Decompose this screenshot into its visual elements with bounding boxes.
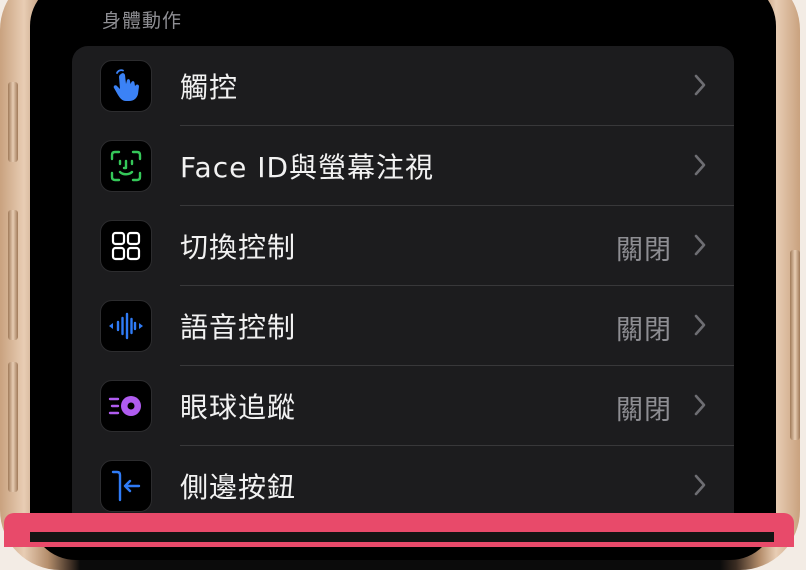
settings-group: 觸控 Face ID與螢幕注視 切換控制 關閉 語音控制 關閉 眼球追蹤 關閉 … (72, 46, 734, 546)
row-label: 切換控制 (180, 231, 297, 264)
settings-row-touch[interactable]: 觸控 (72, 46, 734, 126)
chevron-right-icon (694, 314, 706, 336)
row-label: 側邊按鈕 (180, 471, 297, 504)
highlight-inner (30, 532, 774, 542)
settings-row-face-id[interactable]: Face ID與螢幕注視 (72, 126, 734, 206)
phone-side-button (8, 210, 18, 340)
chevron-right-icon (694, 74, 706, 96)
voice-waveform-icon (100, 300, 152, 352)
side-button-icon (100, 460, 152, 512)
row-label: 觸控 (180, 71, 239, 104)
settings-row-switch-control[interactable]: 切換控制 關閉 (72, 206, 734, 286)
row-label: 語音控制 (180, 311, 297, 344)
chevron-right-icon (694, 394, 706, 416)
phone-side-button (8, 82, 18, 162)
chevron-right-icon (694, 234, 706, 256)
face-id-icon (100, 140, 152, 192)
chevron-right-icon (694, 474, 706, 496)
row-value: 關閉 (616, 395, 672, 426)
hand-pointer-icon (100, 60, 152, 112)
eye-tracking-icon (100, 380, 152, 432)
row-label: 眼球追蹤 (180, 391, 297, 424)
switch-grid-icon (100, 220, 152, 272)
section-header: 身體動作 (102, 10, 183, 32)
row-value: 關閉 (616, 315, 672, 346)
settings-row-voice-control[interactable]: 語音控制 關閉 (72, 286, 734, 366)
settings-row-eye-tracking[interactable]: 眼球追蹤 關閉 (72, 366, 734, 446)
phone-side-button (8, 362, 18, 492)
chevron-right-icon (694, 154, 706, 176)
phone-side-button (790, 250, 800, 440)
row-label: Face ID與螢幕注視 (180, 151, 435, 184)
row-value: 關閉 (616, 235, 672, 266)
